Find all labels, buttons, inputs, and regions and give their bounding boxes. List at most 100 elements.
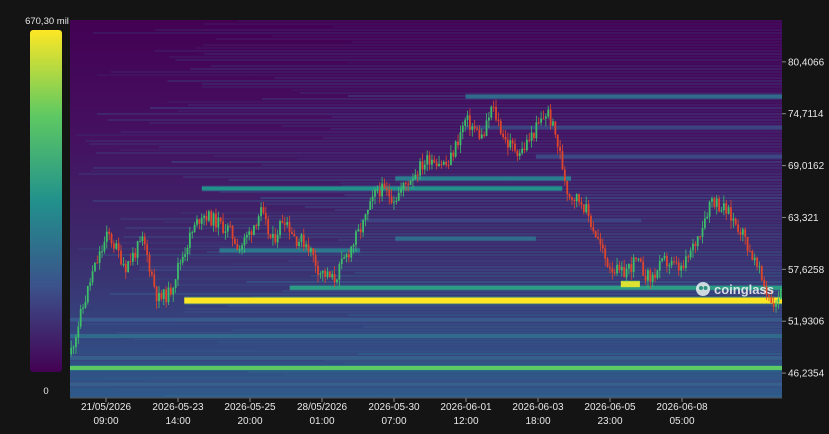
candle-body [217, 217, 220, 228]
texture-stripe [347, 314, 782, 316]
candle-body [378, 189, 381, 197]
candle-body [459, 132, 462, 146]
candle-body [732, 218, 735, 221]
candle-body [381, 183, 383, 197]
texture-stripe [292, 89, 782, 91]
candle-body [737, 224, 739, 232]
candle-body [741, 229, 744, 235]
candle-body [234, 238, 236, 244]
candle-body [186, 248, 189, 255]
candle-body [675, 262, 678, 264]
candle-body [162, 289, 165, 299]
candle-body [400, 188, 402, 193]
candle-body [94, 262, 96, 272]
candle-body [129, 261, 132, 263]
candle-body [385, 188, 388, 190]
texture-stripe [265, 203, 782, 205]
texture-stripe [163, 395, 782, 397]
candle-body [103, 241, 106, 252]
texture-stripe [89, 143, 782, 145]
texture-stripe [322, 137, 782, 139]
texture-stripe [85, 140, 782, 142]
candle-body [302, 234, 305, 248]
candle-body [485, 120, 488, 136]
candle-body [383, 183, 386, 189]
y-tick-label: 74,7114 [788, 109, 824, 120]
texture-stripe [167, 80, 782, 82]
candle-body [364, 214, 367, 221]
candle-body [108, 231, 111, 234]
candle-body [445, 161, 448, 165]
candle-body [184, 254, 187, 257]
candle-body [272, 234, 274, 238]
candle-body [198, 219, 201, 224]
candle-body [611, 268, 614, 273]
y-axis: 80,4066 74,7114 69,0162 63,321 57,6258 51,930… [782, 57, 825, 380]
candle-body [101, 251, 103, 253]
liquidation-band [70, 382, 782, 387]
candle-body [79, 309, 82, 327]
candle-body [150, 271, 153, 275]
candle-body [314, 255, 317, 266]
texture-stripe [288, 260, 782, 262]
candle-body [644, 275, 647, 281]
candle-body [580, 202, 583, 205]
candle-body [656, 270, 659, 278]
candle-body [711, 198, 713, 202]
candle-body [478, 129, 481, 139]
candle-body [352, 244, 355, 247]
candle-body [347, 254, 350, 258]
candle-body [136, 241, 139, 258]
candle-body [231, 225, 234, 239]
candle-body [528, 139, 531, 141]
candle-body [333, 274, 336, 283]
candle-body [70, 347, 73, 355]
texture-stripe [154, 50, 782, 52]
texture-stripe [248, 371, 782, 373]
candle-body [188, 232, 191, 249]
candle-body [255, 225, 258, 227]
candle-body [585, 204, 588, 213]
candle-body [677, 262, 680, 271]
candle-body [215, 213, 217, 228]
candle-body [181, 256, 184, 263]
candle-body [174, 279, 177, 288]
x-tick-date: 2026-06-03 [512, 402, 564, 413]
candle-body [628, 264, 630, 269]
candle-body [521, 148, 524, 154]
texture-stripe [78, 173, 782, 175]
candle-body [207, 211, 210, 221]
liquidation-band [219, 248, 361, 253]
candle-body [312, 248, 315, 256]
scale-min-label: 0 [43, 386, 48, 397]
candle-body [416, 174, 419, 176]
candle-body [469, 115, 471, 130]
candle-body [703, 218, 706, 228]
x-tick-time: 23:00 [597, 416, 622, 427]
candle-body [440, 163, 443, 165]
candle-body [457, 141, 459, 146]
candle-body [575, 194, 578, 202]
candle-body [96, 262, 99, 264]
candle-body [435, 162, 438, 167]
candle-body [715, 198, 718, 207]
candle-body [371, 196, 374, 202]
candle-body [120, 250, 122, 265]
candle-body [739, 231, 742, 235]
candle-body [172, 287, 175, 295]
candle-body [253, 225, 255, 235]
liquidation-band [535, 154, 782, 159]
candle-body [535, 122, 538, 139]
texture-stripe [202, 23, 782, 25]
candle-body [442, 161, 445, 165]
candle-body [338, 264, 341, 280]
candle-body [305, 244, 308, 248]
candle-body [573, 199, 576, 202]
candle-body [632, 257, 635, 273]
candle-body [559, 146, 561, 152]
candle-body [326, 271, 329, 277]
candle-body [661, 258, 664, 262]
candle-body [203, 215, 205, 218]
candle-body [158, 293, 160, 302]
candle-body [606, 258, 609, 268]
